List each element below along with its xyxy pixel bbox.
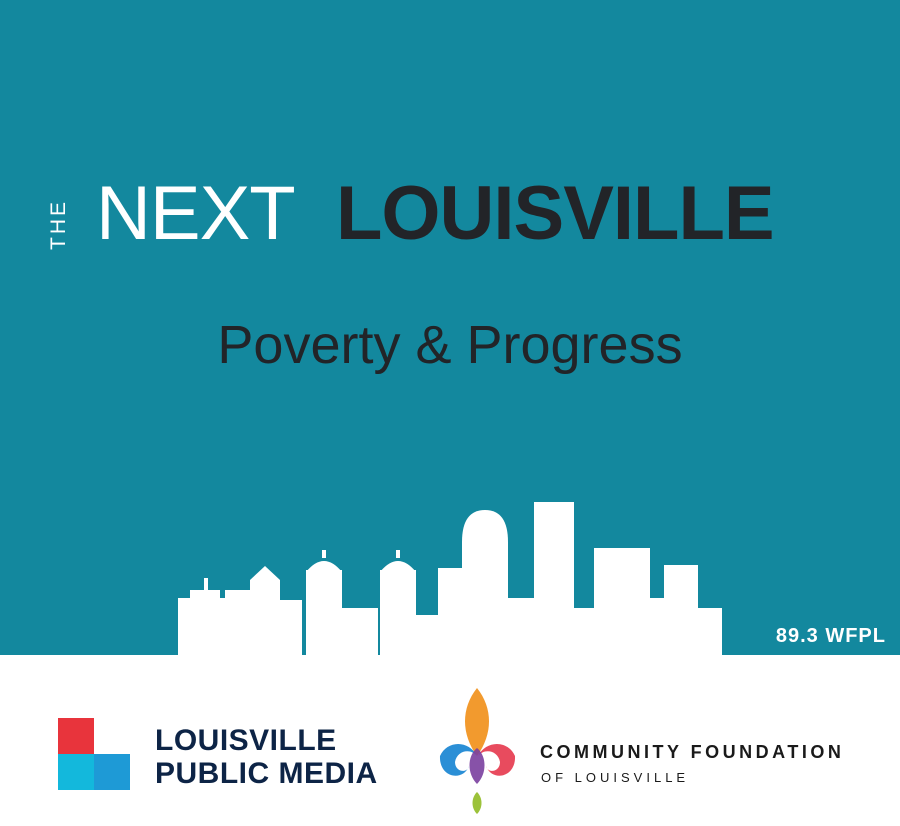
- lpm-line2: PUBLIC MEDIA: [155, 757, 378, 790]
- cf-subname: OF LOUISVILLE: [541, 770, 690, 785]
- title-next: NEXT: [96, 171, 296, 256]
- series-title: THE NEXT LOUISVILLE: [47, 171, 868, 262]
- four-squares-logo-icon: [58, 718, 130, 790]
- title-the: THE: [47, 199, 70, 250]
- title-louisville: LOUISVILLE: [336, 171, 775, 256]
- city-skyline-icon: [0, 502, 900, 670]
- cf-name: COMMUNITY FOUNDATION: [540, 742, 845, 762]
- series-subtitle: Poverty & Progress: [217, 315, 683, 375]
- fleur-de-lis-logo-icon: [439, 688, 516, 814]
- lpm-line1: LOUISVILLE: [155, 724, 337, 757]
- station-label: 89.3 WFPL: [775, 625, 886, 647]
- promo-card: THE NEXT LOUISVILLE Poverty & Progress 8…: [0, 0, 900, 826]
- lpm-wordmark: LOUISVILLE PUBLIC MEDIA: [155, 724, 378, 790]
